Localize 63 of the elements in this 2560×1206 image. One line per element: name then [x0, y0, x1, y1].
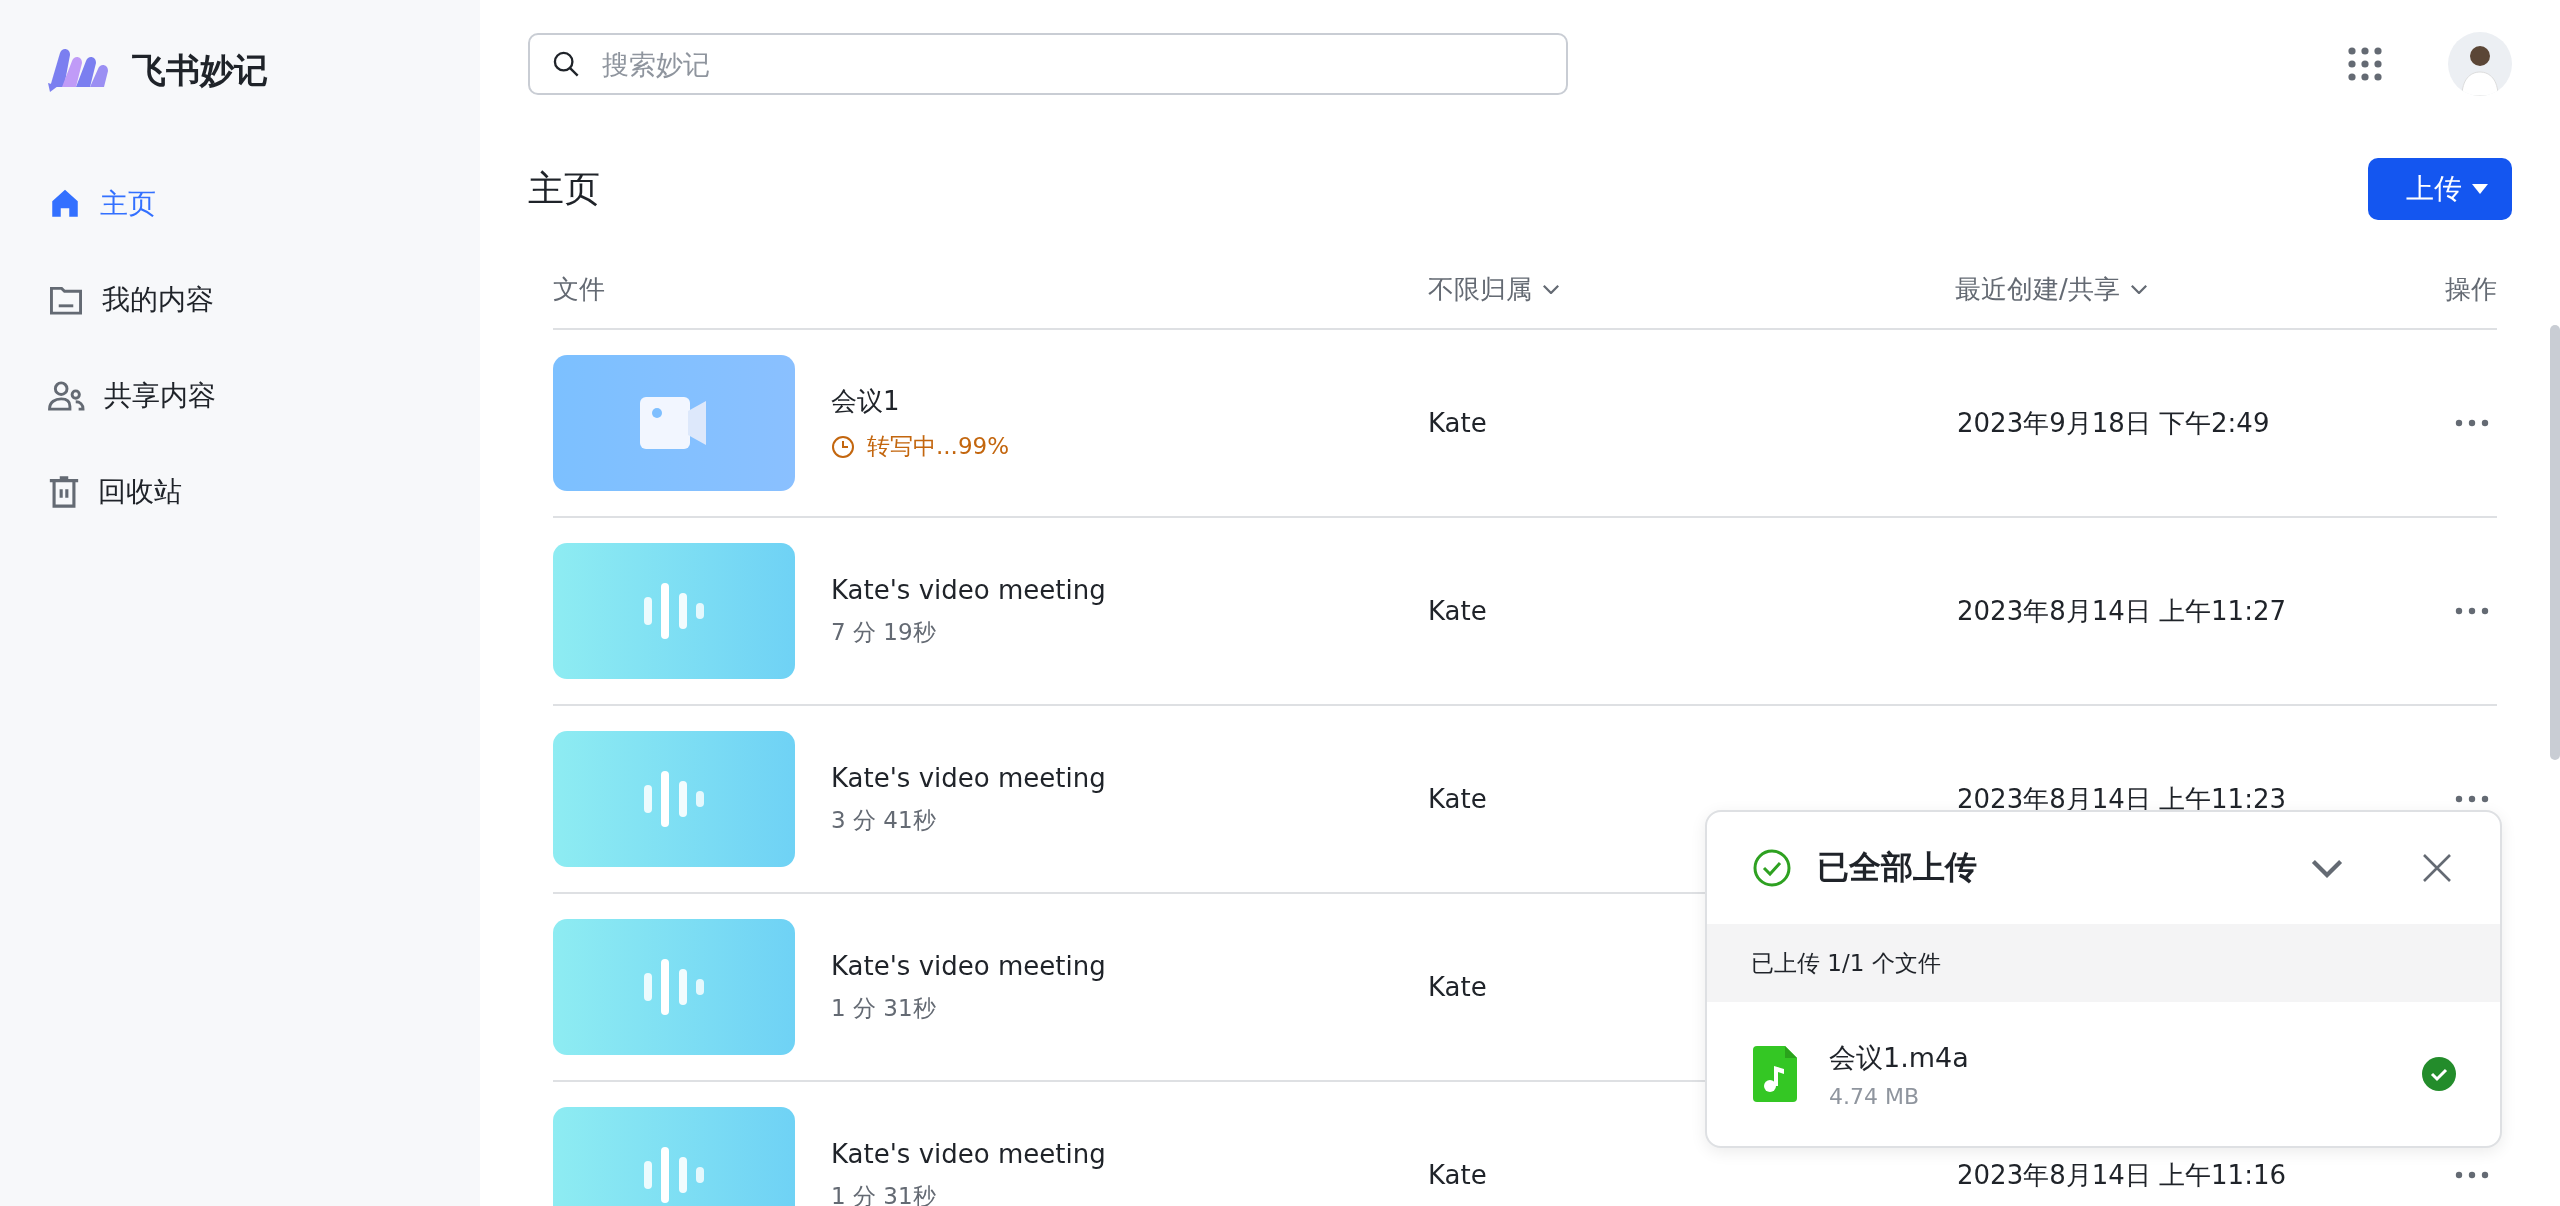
sidebar-item[interactable]: 主页 — [48, 180, 408, 228]
created-date: 2023年8月14日 上午11:16 — [1957, 1158, 2286, 1192]
sound-wave-icon — [644, 959, 704, 1015]
file-duration: 1 分 31秒 — [831, 993, 937, 1023]
folder-icon — [48, 284, 84, 316]
owner-name: Kate — [1428, 1160, 1487, 1190]
column-filter[interactable]: 不限归属 — [1428, 271, 1532, 307]
file-name[interactable]: Kate's video meeting — [831, 762, 1106, 793]
file-duration: 3 分 41秒 — [831, 805, 937, 835]
file-duration: 1 分 31秒 — [831, 1181, 937, 1206]
owner-name: Kate — [1428, 784, 1487, 814]
sidebar-item[interactable]: 我的内容 — [48, 276, 408, 324]
owner-name: Kate — [1428, 408, 1487, 438]
created-date: 2023年8月14日 上午11:23 — [1957, 782, 2286, 816]
video-camera-icon — [640, 397, 708, 449]
sound-wave-icon — [644, 583, 704, 639]
scrollbar[interactable] — [2550, 325, 2560, 760]
transcribe-status: 转写中...99% — [831, 431, 1010, 462]
file-thumbnail[interactable] — [553, 355, 795, 491]
check-circle-icon — [1753, 849, 1791, 887]
file-duration: 7 分 19秒 — [831, 617, 937, 647]
page-title: 主页 — [528, 166, 600, 211]
chevron-down-icon — [2129, 283, 2148, 295]
chevron-down-icon — [1542, 283, 1560, 295]
column-filter[interactable]: 最近创建/共享 — [1955, 271, 2120, 307]
sound-wave-icon — [644, 771, 704, 827]
clock-icon — [831, 434, 855, 459]
file-size: 4.74 MB — [1829, 1083, 1921, 1109]
more-icon[interactable] — [2455, 1171, 2489, 1179]
search-field[interactable]: 搜索妙记 — [528, 33, 1568, 95]
app-name: 飞书妙记 — [132, 49, 268, 92]
file-name[interactable]: Kate's video meeting — [831, 1138, 1106, 1169]
file-name: 会议1.m4a — [1829, 1040, 1970, 1075]
file-thumbnail[interactable] — [553, 919, 795, 1055]
column-header: 文件 — [553, 272, 605, 306]
sound-wave-icon — [644, 1147, 704, 1203]
search-icon — [552, 50, 580, 78]
audio-file-icon — [1753, 1046, 1797, 1102]
sidebar-item[interactable]: 共享内容 — [48, 372, 408, 420]
upload-button[interactable]: 上传 — [2368, 158, 2512, 220]
file-name[interactable]: Kate's video meeting — [831, 574, 1106, 605]
column-header: 操作 — [2445, 272, 2497, 306]
file-thumbnail[interactable] — [553, 1107, 795, 1206]
owner-name: Kate — [1428, 596, 1487, 626]
panel-title: 已全部上传 — [1817, 847, 1978, 888]
file-thumbnail[interactable] — [553, 731, 795, 867]
file-name[interactable]: Kate's video meeting — [831, 950, 1106, 981]
caret-icon — [2472, 184, 2488, 194]
more-icon[interactable] — [2455, 607, 2489, 615]
file-thumbnail[interactable] — [553, 543, 795, 679]
created-date: 2023年9月18日 下午2:49 — [1957, 406, 2270, 440]
more-icon[interactable] — [2455, 795, 2489, 803]
file-name[interactable]: 会议1 — [831, 384, 1010, 419]
sidebar-item[interactable]: 回收站 — [48, 468, 408, 516]
owner-name: Kate — [1428, 972, 1487, 1002]
app-grid-icon[interactable] — [2348, 47, 2382, 81]
created-date: 2023年8月14日 上午11:27 — [1957, 594, 2286, 628]
chevron-down-icon — [2310, 857, 2344, 879]
users-icon — [48, 380, 86, 412]
close-icon — [2422, 853, 2452, 883]
upload-summary: 已上传 1/1 个文件 — [1707, 924, 2500, 1002]
more-icon[interactable] — [2455, 419, 2489, 427]
trash-icon — [48, 475, 80, 509]
